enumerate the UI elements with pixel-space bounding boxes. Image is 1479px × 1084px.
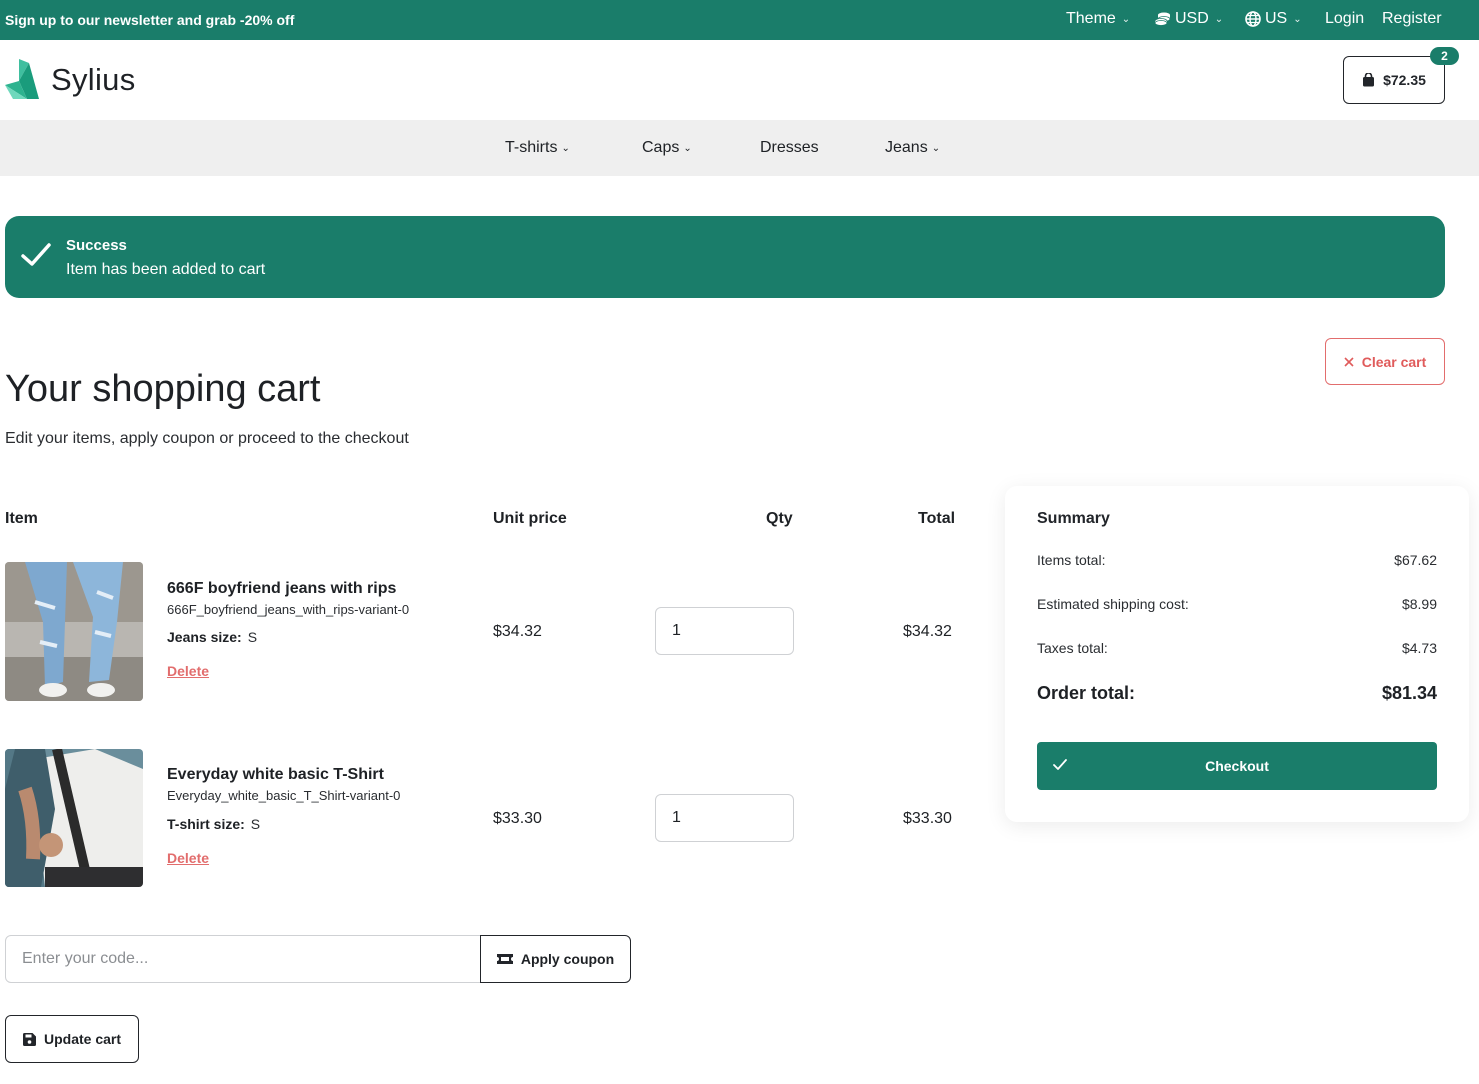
shipping-row: Estimated shipping cost: $8.99 bbox=[1037, 596, 1437, 612]
column-header-unit-price: Unit price bbox=[493, 510, 567, 527]
success-alert: Success Item has been added to cart bbox=[5, 216, 1445, 298]
update-cart-label: Update cart bbox=[43, 1031, 122, 1047]
column-header-item: Item bbox=[5, 510, 38, 527]
taxes-value: $4.73 bbox=[1401, 640, 1437, 656]
site-header: Sylius $72.35 2 bbox=[0, 40, 1479, 120]
order-total-row: Order total: $81.34 bbox=[1037, 683, 1437, 704]
main-navigation: T-shirts ⌄ Caps ⌄ Dresses Jeans ⌄ bbox=[0, 120, 1479, 176]
globe-icon bbox=[1245, 11, 1261, 27]
currency-label: USD bbox=[1175, 10, 1209, 27]
locale-dropdown[interactable]: US ⌄ bbox=[1245, 10, 1302, 28]
login-link[interactable]: Login bbox=[1325, 10, 1364, 28]
chevron-down-icon: ⌄ bbox=[1214, 13, 1224, 25]
chevron-down-icon: ⌄ bbox=[683, 142, 692, 154]
register-link[interactable]: Register bbox=[1382, 10, 1442, 28]
nav-item-label: Dresses bbox=[760, 139, 819, 156]
order-total-value: $81.34 bbox=[1381, 683, 1437, 703]
alert-title: Success bbox=[66, 237, 127, 254]
row-total: $34.32 bbox=[903, 623, 952, 640]
apply-coupon-button[interactable]: Apply coupon bbox=[480, 935, 631, 983]
theme-label: Theme bbox=[1066, 10, 1116, 27]
update-cart-button[interactable]: Update cart bbox=[5, 1015, 139, 1063]
quantity-input[interactable] bbox=[655, 794, 794, 842]
shopping-bag-icon bbox=[1363, 73, 1375, 87]
sylius-logo-icon bbox=[5, 59, 39, 99]
apply-coupon-label: Apply coupon bbox=[520, 951, 615, 967]
nav-item-t-shirts[interactable]: T-shirts ⌄ bbox=[505, 139, 570, 157]
items-total-row: Items total: $67.62 bbox=[1037, 552, 1437, 568]
page-subtitle: Edit your items, apply coupon or proceed… bbox=[5, 430, 409, 447]
currency-dropdown[interactable]: USD ⌄ bbox=[1155, 10, 1223, 28]
product-name[interactable]: Everyday white basic T-Shirt bbox=[167, 766, 384, 784]
unit-price: $34.32 bbox=[493, 623, 542, 640]
theme-dropdown[interactable]: Theme ⌄ bbox=[1066, 10, 1130, 28]
checkout-button[interactable]: Checkout bbox=[1037, 742, 1437, 790]
column-header-total: Total bbox=[918, 510, 956, 527]
order-total-label: Order total: bbox=[1037, 683, 1136, 703]
coins-icon bbox=[1155, 12, 1171, 26]
alert-message: Item has been added to cart bbox=[66, 261, 266, 278]
quantity-input[interactable] bbox=[655, 607, 794, 655]
product-image-jeans[interactable] bbox=[5, 562, 143, 701]
checkmark-icon bbox=[21, 243, 51, 266]
option-value: S bbox=[247, 629, 258, 645]
ticket-icon bbox=[496, 954, 513, 964]
nav-item-label: T-shirts bbox=[505, 139, 558, 156]
summary-title: Summary bbox=[1037, 510, 1110, 527]
cart-button[interactable]: $72.35 bbox=[1343, 56, 1445, 104]
chevron-down-icon: ⌄ bbox=[561, 142, 570, 154]
checkout-label: Checkout bbox=[1205, 758, 1269, 774]
product-variant-code: 666F_boyfriend_jeans_with_rips-variant-0 bbox=[167, 602, 410, 617]
product-name[interactable]: 666F boyfriend jeans with rips bbox=[167, 580, 396, 598]
clear-cart-label: Clear cart bbox=[1361, 353, 1427, 370]
clear-cart-button[interactable]: Clear cart bbox=[1325, 338, 1445, 385]
nav-item-label: Jeans bbox=[885, 139, 928, 156]
checkmark-icon bbox=[1053, 759, 1067, 770]
taxes-label: Taxes total: bbox=[1037, 640, 1108, 656]
sylius-logo[interactable]: Sylius bbox=[5, 59, 136, 101]
product-variant-code: Everyday_white_basic_T_Shirt-variant-0 bbox=[167, 788, 401, 803]
page-title: Your shopping cart bbox=[5, 368, 321, 410]
items-total-value: $67.62 bbox=[1394, 552, 1437, 568]
nav-item-dresses[interactable]: Dresses bbox=[760, 139, 819, 157]
items-total-label: Items total: bbox=[1037, 552, 1106, 568]
column-header-qty: Qty bbox=[766, 510, 793, 527]
chevron-down-icon: ⌄ bbox=[1121, 13, 1131, 25]
nav-item-jeans[interactable]: Jeans ⌄ bbox=[885, 139, 940, 157]
option-value: S bbox=[250, 816, 261, 832]
row-total: $33.30 bbox=[903, 810, 952, 827]
chevron-down-icon: ⌄ bbox=[1293, 13, 1302, 25]
shipping-label: Estimated shipping cost: bbox=[1037, 596, 1189, 612]
order-summary: Summary Items total: $67.62 Estimated sh… bbox=[1005, 486, 1469, 822]
product-image-t-shirt[interactable] bbox=[5, 749, 143, 887]
brand-name: Sylius bbox=[51, 62, 136, 97]
nav-item-caps[interactable]: Caps ⌄ bbox=[642, 139, 692, 157]
top-bar: Sign up to our newsletter and grab -20% … bbox=[0, 0, 1479, 40]
taxes-row: Taxes total: $4.73 bbox=[1037, 640, 1437, 656]
coupon-code-input[interactable] bbox=[5, 935, 481, 983]
delete-item-button[interactable]: Delete bbox=[167, 850, 209, 866]
delete-item-button[interactable]: Delete bbox=[167, 663, 209, 679]
option-label: T-shirt size: bbox=[167, 816, 245, 832]
unit-price: $33.30 bbox=[493, 810, 542, 827]
save-icon bbox=[22, 1032, 36, 1046]
product-option: T-shirt size: S bbox=[167, 816, 260, 832]
shipping-value: $8.99 bbox=[1401, 596, 1437, 612]
newsletter-promo[interactable]: Sign up to our newsletter and grab -20% … bbox=[5, 12, 294, 28]
option-label: Jeans size: bbox=[167, 629, 242, 645]
cart-count-badge: 2 bbox=[1430, 47, 1459, 65]
nav-item-label: Caps bbox=[642, 139, 680, 156]
chevron-down-icon: ⌄ bbox=[931, 142, 941, 154]
close-icon bbox=[1344, 356, 1354, 367]
product-option: Jeans size: S bbox=[167, 629, 257, 645]
cart-total: $72.35 bbox=[1383, 72, 1426, 88]
locale-label: US bbox=[1265, 10, 1288, 27]
